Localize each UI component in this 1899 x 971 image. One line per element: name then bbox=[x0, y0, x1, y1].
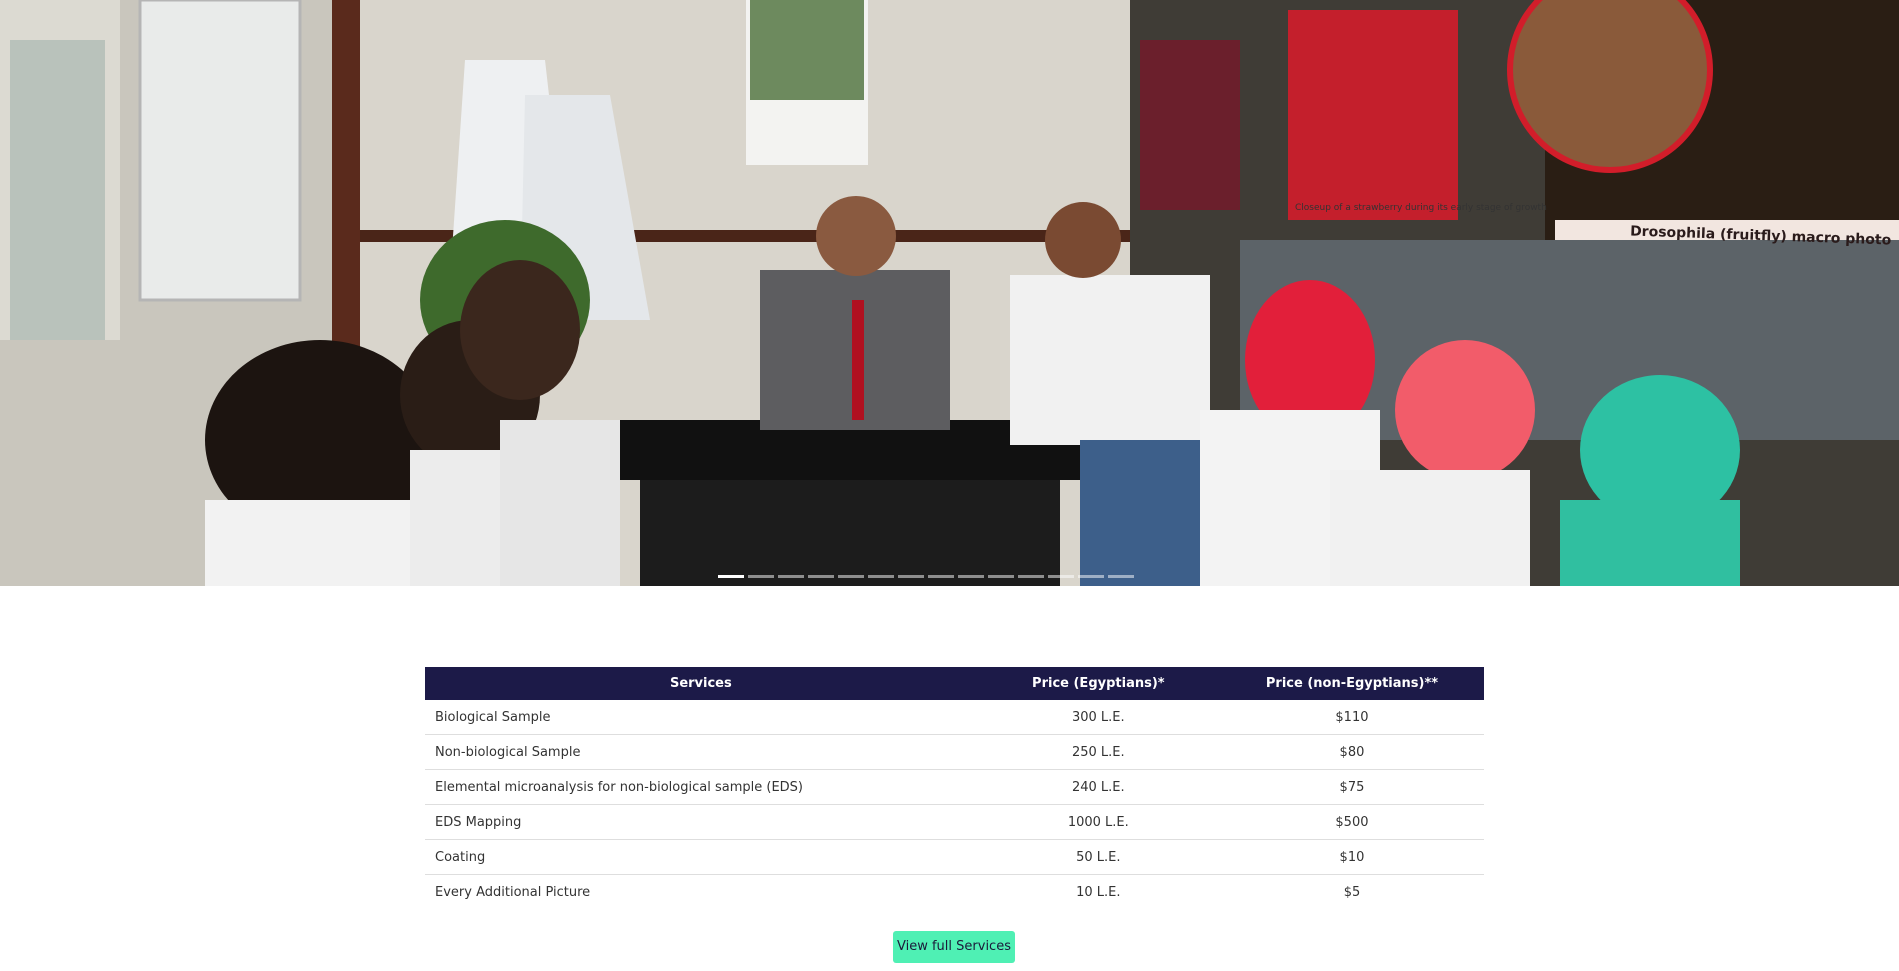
service-name: Biological Sample bbox=[425, 700, 977, 735]
carousel-indicator-1[interactable] bbox=[718, 575, 744, 578]
strawberry-caption: Closeup of a strawberry during its early… bbox=[1295, 203, 1547, 213]
carousel-indicator-13[interactable] bbox=[1078, 575, 1104, 578]
price-egyptians: 1000 L.E. bbox=[976, 804, 1220, 840]
table-row: Every Additional Picture 10 L.E. $5 bbox=[425, 875, 1484, 910]
carousel-indicator-8[interactable] bbox=[928, 575, 954, 578]
carousel-indicator-2[interactable] bbox=[748, 575, 774, 578]
price-non-egyptians: $500 bbox=[1219, 804, 1484, 840]
carousel-indicators bbox=[718, 575, 1134, 578]
price-non-egyptians: $80 bbox=[1219, 734, 1484, 770]
table-row: EDS Mapping 1000 L.E. $500 bbox=[425, 804, 1484, 840]
carousel-indicator-3[interactable] bbox=[778, 575, 804, 578]
table-header-row: Services Price (Egyptians)* Price (non-E… bbox=[425, 667, 1484, 700]
view-full-services-button[interactable]: View full Services bbox=[893, 931, 1015, 963]
carousel-indicator-7[interactable] bbox=[898, 575, 924, 578]
price-egyptians: 240 L.E. bbox=[976, 769, 1220, 805]
price-egyptians: 50 L.E. bbox=[976, 839, 1220, 875]
header-services: Services bbox=[669, 676, 732, 691]
hero-slide-image bbox=[0, 0, 1899, 586]
table-row: Elemental microanalysis for non-biologic… bbox=[425, 769, 1484, 805]
carousel-indicator-12[interactable] bbox=[1048, 575, 1074, 578]
carousel-indicator-4[interactable] bbox=[808, 575, 834, 578]
price-non-egyptians: $75 bbox=[1219, 769, 1484, 805]
service-name: Every Additional Picture bbox=[435, 884, 591, 900]
service-name: Non-biological Sample bbox=[425, 734, 977, 770]
price-egyptians: 300 L.E. bbox=[976, 700, 1220, 735]
carousel-indicator-11[interactable] bbox=[1018, 575, 1044, 578]
price-non-egyptians: $5 bbox=[1343, 884, 1361, 900]
service-name: Elemental microanalysis for non-biologic… bbox=[425, 769, 977, 805]
carousel-indicator-6[interactable] bbox=[868, 575, 894, 578]
services-price-table: Services Price (Egyptians)* Price (non-E… bbox=[425, 667, 1484, 909]
price-non-egyptians: $10 bbox=[1219, 839, 1484, 875]
price-egyptians: 250 L.E. bbox=[976, 734, 1220, 770]
carousel-indicator-14[interactable] bbox=[1108, 575, 1134, 578]
table-row: Biological Sample 300 L.E. $110 bbox=[425, 700, 1484, 735]
services-price-section: Services Price (Egyptians)* Price (non-E… bbox=[425, 667, 1484, 909]
header-price-egyptians: Price (Egyptians)* bbox=[1032, 676, 1165, 691]
hero-carousel[interactable]: Closeup of a strawberry during its early… bbox=[0, 0, 1899, 586]
service-name: Coating bbox=[425, 839, 977, 875]
header-price-non-egyptians: Price (non-Egyptians)** bbox=[1265, 676, 1439, 691]
price-egyptians: 10 L.E. bbox=[1076, 884, 1121, 900]
carousel-indicator-10[interactable] bbox=[988, 575, 1014, 578]
table-row: Non-biological Sample 250 L.E. $80 bbox=[425, 734, 1484, 770]
price-non-egyptians: $110 bbox=[1219, 700, 1484, 735]
service-name: EDS Mapping bbox=[425, 804, 977, 840]
table-row: Coating 50 L.E. $10 bbox=[425, 839, 1484, 875]
carousel-indicator-5[interactable] bbox=[838, 575, 864, 578]
carousel-indicator-9[interactable] bbox=[958, 575, 984, 578]
